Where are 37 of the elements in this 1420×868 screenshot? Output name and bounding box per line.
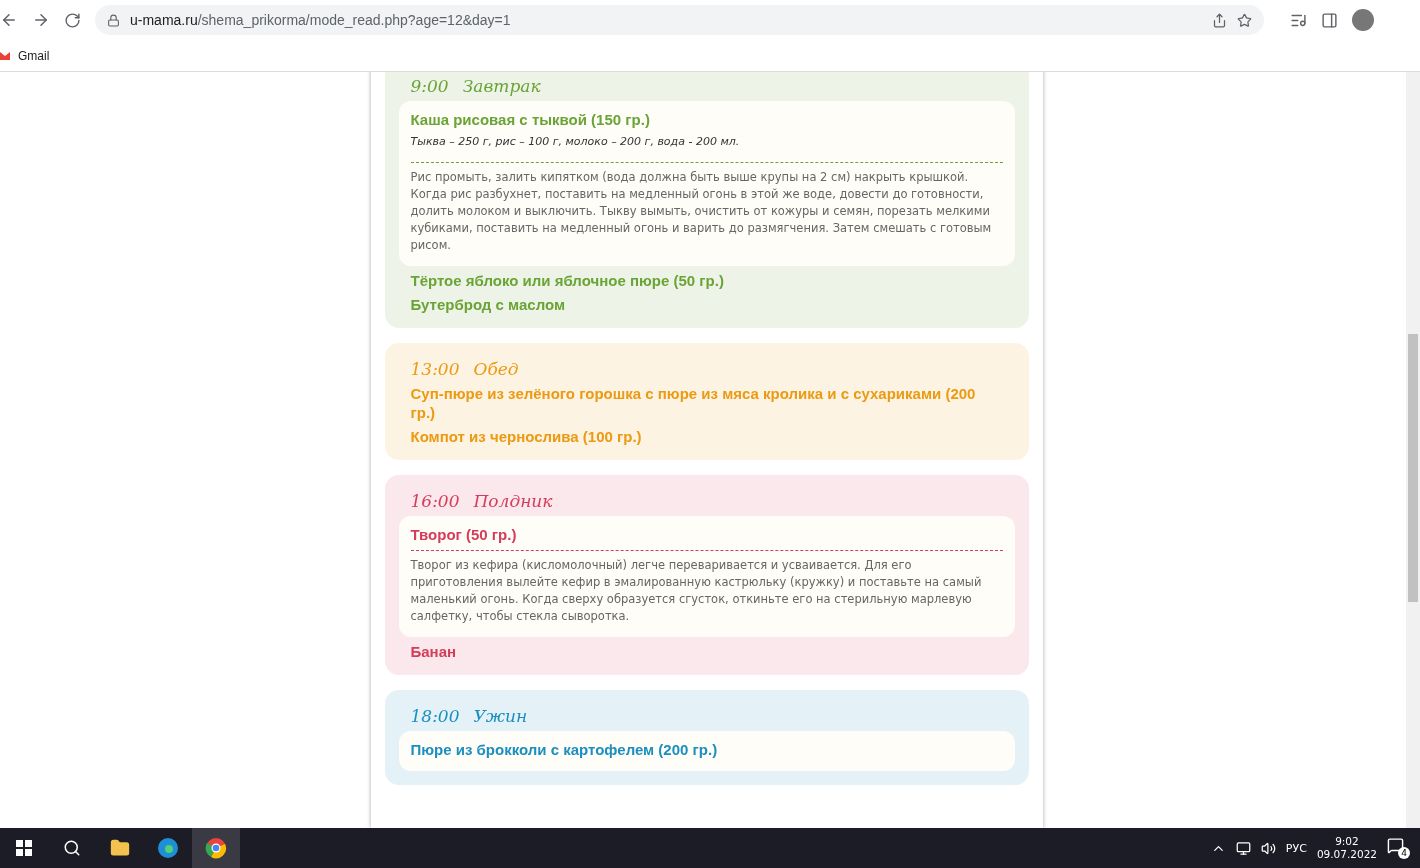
dish-title: Каша рисовая с тыквой (150 гр.) bbox=[410, 110, 651, 129]
meal-time: 18:00 bbox=[410, 706, 460, 726]
network-icon[interactable] bbox=[1235, 840, 1251, 856]
dish-title: Бутерброд с маслом bbox=[409, 295, 567, 314]
volume-icon[interactable] bbox=[1260, 840, 1276, 856]
meal-title: Ужин bbox=[473, 706, 528, 726]
share-icon[interactable] bbox=[1212, 12, 1227, 28]
meal-time: 9:00 bbox=[410, 76, 449, 96]
recipe-text: Творог из кефира (кисломолочный) легче переваривается и усваивается. Для его приготовления вылейте кефир в эмалированную кастрюльку (кружку) и поставьте на самый маленький огонь. Когда сверху образуется сгусток, откиньте его на стерильную марлевую салфетку, чтобы стекла сыворотка. bbox=[410, 550, 1003, 625]
forward-icon[interactable] bbox=[32, 11, 50, 29]
browser-icon[interactable] bbox=[192, 828, 240, 868]
meal-title: Завтрак bbox=[462, 76, 541, 96]
lock-icon bbox=[107, 13, 120, 27]
star-icon[interactable] bbox=[1237, 12, 1252, 28]
dish-title: Тёртое яблоко или яблочное пюре (50 гр.) bbox=[409, 271, 725, 290]
dish-title: Банан bbox=[409, 642, 458, 661]
meal-title: Полдник bbox=[473, 491, 553, 511]
dish-title: Творог (50 гр.) bbox=[410, 525, 518, 544]
side-panel-icon[interactable] bbox=[1321, 11, 1338, 29]
reload-icon[interactable] bbox=[64, 11, 81, 29]
address-bar[interactable]: u-mama.ru/shema_prikorma/mode_read.php?age=12&day=1 bbox=[95, 5, 1264, 35]
dish-title: Компот из чернослива (100 гр.) bbox=[409, 427, 643, 446]
back-icon[interactable] bbox=[0, 11, 18, 29]
language-indicator[interactable]: РУС bbox=[1285, 841, 1307, 855]
meal-time: 16:00 bbox=[410, 491, 460, 511]
url-text: u-mama.ru/shema_prikorma/mode_read.php?age=12&day=1 bbox=[130, 12, 512, 28]
ingredients-text: Тыква – 250 г, рис – 100 г, молоко – 200 г, вода - 200 мл. bbox=[410, 135, 741, 150]
scrollbar[interactable] bbox=[1406, 72, 1420, 828]
dish-title: Суп-пюре из зелёного горошка с пюре из мяса кролика и с сухариками (200 гр.) bbox=[409, 384, 977, 422]
mail-icon bbox=[0, 51, 10, 60]
avatar[interactable] bbox=[1352, 9, 1374, 31]
recipe-text: Рис промыть, залить кипятком (вода должна быть выше крупы на 2 см) накрыть крышкой. Когда рис разбухнет, поставить на медленный огонь в этой же воде, довести до готовности, долить молоком и выключить. Тыкву вымыть, очистить от кожуры и семян, порезать мелкими кубиками, поставить на медленный огонь и варить до размягчения. Затем смешать с готовым рисом. bbox=[410, 162, 1003, 254]
meal-time: 13:00 bbox=[410, 359, 460, 379]
meal-title: Обед bbox=[473, 359, 519, 379]
dish-title: Пюре из брокколи с картофелем (200 гр.) bbox=[410, 740, 719, 759]
clock[interactable]: 9:02 09.07.2022 bbox=[1316, 835, 1377, 861]
bookmark-link[interactable]: Gmail bbox=[0, 48, 50, 63]
